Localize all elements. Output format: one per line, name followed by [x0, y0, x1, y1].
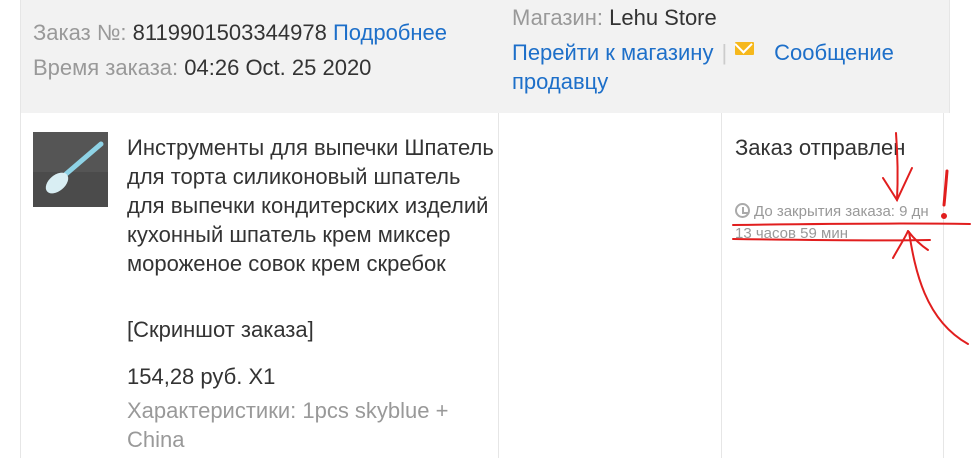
- underline-top: [732, 222, 971, 226]
- underline-bottom: [732, 238, 931, 242]
- arrow-up-head-left: [892, 230, 909, 259]
- annotation-overlay: [732, 132, 971, 345]
- exclamation-dot: [941, 213, 947, 219]
- arrow-up-shaft: [908, 231, 969, 345]
- arrow-down-shaft: [895, 132, 899, 201]
- annotation-strokes: [732, 132, 971, 345]
- exclamation-bar: [942, 169, 949, 207]
